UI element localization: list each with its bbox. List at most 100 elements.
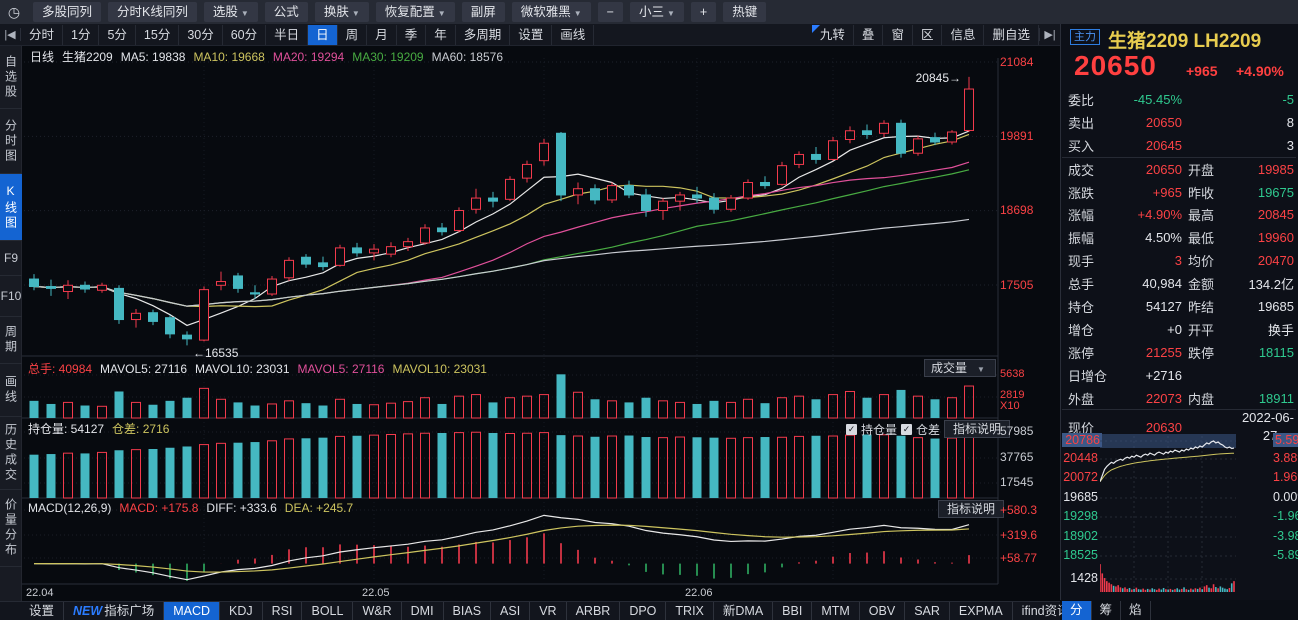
toolbar-button-副屏[interactable]: 副屏 — [462, 2, 505, 22]
axis-label: 57985 — [1000, 424, 1054, 438]
tool-tab-九转[interactable]: 九转 — [812, 25, 854, 45]
header-field: MA60: 18576 — [432, 50, 503, 64]
quote-value: 3 — [1228, 138, 1294, 153]
timeframe-tab-半日[interactable]: 半日 — [266, 25, 308, 45]
toolbar-button-换肤[interactable]: 换肤▼ — [315, 2, 369, 22]
tool-tab-窗[interactable]: 窗 — [883, 25, 913, 45]
toolbar-button-−[interactable]: − — [598, 2, 623, 22]
timeframe-tab-设置[interactable]: 设置 — [510, 25, 552, 45]
quote-label: 均价 — [1188, 251, 1228, 270]
indicator-tab-设置[interactable]: 设置 — [20, 602, 64, 620]
header-field: MA20: 19294 — [273, 50, 344, 64]
toolbar-button-+[interactable]: + — [691, 2, 716, 22]
app-window: ◷ 多股同列分时K线同列选股▼公式换肤▼恢复配置▼副屏微软雅黑▼−小三▼+热键 … — [0, 0, 1298, 620]
timeframe-tab-1分[interactable]: 1分 — [63, 25, 99, 45]
sidebar-item-F9[interactable]: F9 — [0, 241, 22, 276]
chevron-down-icon: ▼ — [352, 9, 360, 18]
indicator-tab-W&R[interactable]: W&R — [353, 602, 401, 620]
indicator-tab-SAR[interactable]: SAR — [905, 602, 950, 620]
timeframe-tab-日[interactable]: 日 — [308, 25, 338, 45]
sidebar-item-label: 历史成交 — [3, 423, 20, 483]
indicator-tab-ARBR[interactable]: ARBR — [567, 602, 621, 620]
last-price: 20650 — [1074, 50, 1157, 82]
tool-tab-信息[interactable]: 信息 — [942, 25, 984, 45]
sidebar-item-分时图[interactable]: 分时图 — [0, 109, 22, 174]
timeframe-tab-季[interactable]: 季 — [397, 25, 427, 45]
quote-value: 20645 — [1112, 138, 1188, 153]
tool-tab-删自选[interactable]: 删自选 — [984, 25, 1039, 45]
checkbox-cangcha[interactable]: ✓ — [901, 424, 912, 435]
panel-tab-焰[interactable]: 焰 — [1121, 601, 1151, 620]
indicator-tab-BBI[interactable]: BBI — [773, 602, 812, 620]
indicator-tab-DPO[interactable]: DPO — [620, 602, 666, 620]
kline-header: 日线生猪2209MA5: 19838MA10: 19668MA20: 19294… — [30, 48, 511, 65]
intraday-mini-chart[interactable] — [1100, 430, 1236, 594]
quote-label: 开盘 — [1188, 160, 1228, 179]
timeframe-tab-多周期[interactable]: 多周期 — [456, 25, 511, 45]
top-toolbar: ◷ 多股同列分时K线同列选股▼ 公式换肤▼ 恢复配置▼ 副屏微软雅黑▼−小三▼ + 热键 — [0, 0, 1298, 24]
panel-tab-分[interactable]: 分 — [1062, 601, 1092, 620]
indicator-tab-RSI[interactable]: RSI — [263, 602, 303, 620]
sidebar-item-周期[interactable]: 周期 — [0, 317, 22, 364]
quote-value: 19985 — [1228, 162, 1294, 177]
timeframe-tab-5分[interactable]: 5分 — [99, 25, 135, 45]
sidebar-item-自选股[interactable]: 自选股 — [0, 46, 22, 109]
quote-row-涨跌: 涨跌+965昨收19675 — [1062, 181, 1296, 204]
indicator-tab-MACD[interactable]: MACD — [164, 602, 220, 620]
toolbar-button-多股同列[interactable]: 多股同列 — [33, 2, 101, 22]
quote-value: 20650 — [1112, 162, 1188, 177]
indicator-tab-ASI[interactable]: ASI — [491, 602, 530, 620]
indicator-tab-新DMA[interactable]: 新DMA — [714, 602, 773, 620]
sidebar-item-label: 价量分布 — [3, 498, 20, 558]
svg-text:22.05: 22.05 — [362, 587, 390, 599]
indicator-tab-DMI[interactable]: DMI — [402, 602, 444, 620]
tool-tab-叠[interactable]: 叠 — [854, 25, 884, 45]
sidebar-item-价量分布[interactable]: 价量分布 — [0, 490, 22, 567]
sidebar-item-F10[interactable]: F10 — [0, 276, 22, 317]
axis-label: 18698 — [1000, 203, 1054, 217]
indicator-tab-BIAS[interactable]: BIAS — [444, 602, 492, 620]
macd-indicator-help-button[interactable]: 指标说明 — [938, 500, 1004, 518]
mini-price-label: 1428 — [1062, 571, 1098, 585]
chevron-down-icon: ▼ — [667, 9, 675, 18]
timeframe-tab-画线[interactable]: 画线 — [552, 25, 594, 45]
sidebar-item-历史成交[interactable]: 历史成交 — [0, 417, 22, 490]
collapse-right-icon[interactable]: ▶| — [1039, 28, 1060, 41]
axis-label: +580.3 — [1000, 503, 1054, 517]
toolbar-button-小三[interactable]: 小三▼ — [630, 2, 684, 22]
toolbar-button-公式[interactable]: 公式 — [265, 2, 308, 22]
panel-tab-筹[interactable]: 筹 — [1092, 601, 1122, 620]
indicator-tab-OBV[interactable]: OBV — [860, 602, 905, 620]
indicator-tab-VR[interactable]: VR — [530, 602, 566, 620]
clock-icon[interactable]: ◷ — [2, 2, 26, 22]
indicator-tab-KDJ[interactable]: KDJ — [220, 602, 263, 620]
timeframe-tab-15分[interactable]: 15分 — [136, 25, 179, 45]
collapse-left-icon[interactable]: |◀ — [0, 28, 21, 41]
indicator-tab-BOLL[interactable]: BOLL — [302, 602, 353, 620]
quote-label: 涨停 — [1068, 343, 1112, 362]
timeframe-tab-分时[interactable]: 分时 — [21, 25, 63, 45]
timeframe-tab-30分[interactable]: 30分 — [179, 25, 222, 45]
toolbar-button-选股[interactable]: 选股▼ — [204, 2, 258, 22]
header-field: MAVOL5: 27116 — [100, 362, 187, 376]
indicator-tab-MTM[interactable]: MTM — [812, 602, 859, 620]
timeframe-tab-周[interactable]: 周 — [338, 25, 368, 45]
timeframe-tab-年[interactable]: 年 — [426, 25, 456, 45]
indicator-tab-TRIX[interactable]: TRIX — [666, 602, 713, 620]
timeframe-tab-60分[interactable]: 60分 — [223, 25, 266, 45]
axis-label: +58.77 — [1000, 551, 1054, 565]
indicator-tab-EXPMA[interactable]: EXPMA — [950, 602, 1013, 620]
toolbar-button-热键[interactable]: 热键 — [723, 2, 766, 22]
toolbar-button-恢复配置[interactable]: 恢复配置▼ — [376, 2, 455, 22]
timeframe-tab-月[interactable]: 月 — [367, 25, 397, 45]
sidebar-item-K线图[interactable]: K线图 — [0, 174, 22, 241]
sidebar-item-画线[interactable]: 画线 — [0, 364, 22, 417]
tool-tab-区[interactable]: 区 — [913, 25, 943, 45]
checkbox-oi[interactable]: ✓ — [846, 424, 857, 435]
toolbar-button-微软雅黑[interactable]: 微软雅黑▼ — [512, 2, 591, 22]
toolbar-button-分时K线同列[interactable]: 分时K线同列 — [108, 2, 197, 22]
volume-indicator-dropdown[interactable]: 成交量▼ — [924, 359, 996, 377]
kline-chart[interactable]: 20845→←1653522.0422.0522.06 — [22, 46, 1060, 602]
price-change: +965 — [1186, 63, 1218, 79]
indicator-tab-指标广场[interactable]: NEW指标广场 — [64, 602, 164, 620]
